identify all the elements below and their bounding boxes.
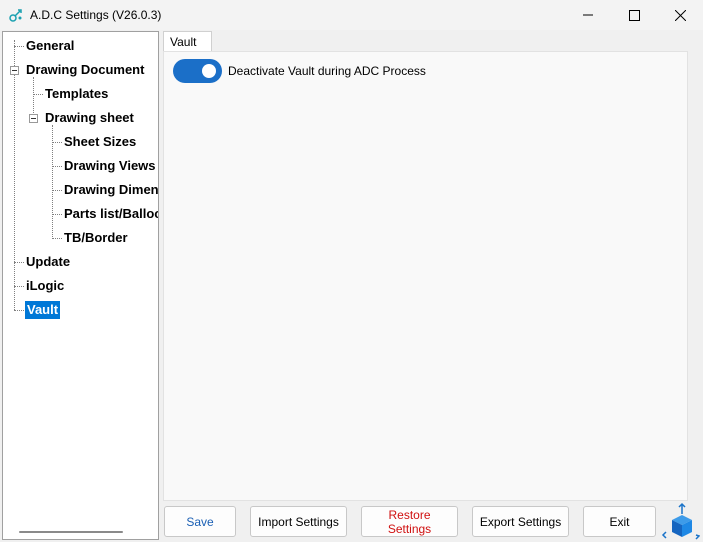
tree-line	[14, 262, 24, 263]
tree-line	[52, 190, 62, 191]
restore-settings-button[interactable]: Restore Settings	[361, 506, 458, 537]
tree-line	[14, 286, 24, 287]
tree-line	[14, 40, 15, 310]
maximize-button[interactable]	[611, 0, 657, 30]
tree-line	[14, 310, 24, 311]
window-title: A.D.C Settings (V26.0.3)	[30, 8, 162, 22]
app-icon	[9, 9, 22, 22]
tree-item-templates[interactable]: Templates	[45, 85, 108, 103]
tree-item-drawing-dimensions[interactable]: Drawing Dimens	[64, 181, 158, 199]
deactivate-vault-toggle[interactable]	[173, 59, 222, 83]
tree-item-parts-list[interactable]: Parts list/Balloo	[64, 205, 158, 223]
tree-line	[52, 142, 62, 143]
exit-button[interactable]: Exit	[583, 506, 656, 537]
import-settings-button[interactable]: Import Settings	[250, 506, 347, 537]
tree-item-drawing-document[interactable]: Drawing Document	[26, 61, 144, 79]
cube-logo-icon	[661, 502, 700, 540]
tree-item-drawing-views[interactable]: Drawing Views	[64, 157, 156, 175]
tree-line	[33, 94, 43, 95]
close-button[interactable]	[657, 0, 703, 30]
toggle-knob	[202, 64, 216, 78]
tree-line	[52, 238, 62, 239]
settings-panel	[163, 51, 688, 501]
settings-tree[interactable]: General Drawing Document Templates Drawi…	[2, 31, 159, 540]
tree-line	[52, 214, 62, 215]
tree-line	[14, 46, 24, 47]
title-bar: A.D.C Settings (V26.0.3)	[0, 0, 703, 30]
save-button[interactable]: Save	[164, 506, 236, 537]
tree-line	[33, 77, 34, 119]
tree-item-update[interactable]: Update	[26, 253, 70, 271]
minimize-icon	[583, 14, 593, 16]
tree-item-ilogic[interactable]: iLogic	[26, 277, 64, 295]
export-settings-button[interactable]: Export Settings	[472, 506, 569, 537]
tab-vault[interactable]: Vault	[163, 31, 212, 51]
maximize-icon	[628, 9, 640, 21]
tree-item-drawing-sheet[interactable]: Drawing sheet	[45, 109, 134, 127]
tree-item-general[interactable]: General	[26, 37, 74, 55]
close-icon	[674, 9, 686, 21]
tree-line	[52, 166, 62, 167]
minimize-button[interactable]	[565, 0, 611, 30]
horizontal-scrollbar[interactable]	[19, 531, 123, 533]
tree-item-tb-border[interactable]: TB/Border	[64, 229, 128, 247]
tree-item-sheet-sizes[interactable]: Sheet Sizes	[64, 133, 136, 151]
deactivate-vault-label: Deactivate Vault during ADC Process	[228, 64, 426, 78]
tree-item-vault[interactable]: Vault	[25, 301, 61, 319]
collapse-icon[interactable]	[10, 66, 19, 75]
collapse-icon[interactable]	[29, 114, 38, 123]
